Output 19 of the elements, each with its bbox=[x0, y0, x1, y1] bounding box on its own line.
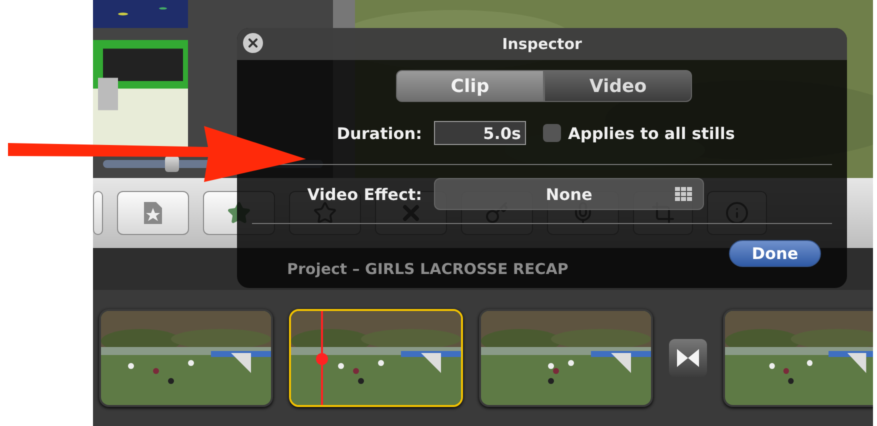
duration-field[interactable]: 5.0s bbox=[434, 121, 526, 145]
video-effect-button[interactable]: None bbox=[434, 178, 704, 210]
close-icon bbox=[246, 36, 260, 50]
done-button[interactable]: Done bbox=[729, 240, 821, 267]
toolbar-button[interactable] bbox=[93, 191, 103, 235]
panel-title: Inspector bbox=[502, 35, 582, 53]
grid-icon bbox=[675, 187, 693, 201]
duration-label: Duration: bbox=[336, 124, 422, 142]
close-button[interactable] bbox=[243, 33, 263, 53]
transition-button[interactable] bbox=[669, 339, 707, 377]
slider-thumb[interactable] bbox=[164, 156, 179, 172]
segment-tab[interactable]: Clip bbox=[396, 70, 544, 102]
project-title: Project – GIRLS LACROSSE RECAP bbox=[287, 260, 568, 278]
segment-tab[interactable]: Video bbox=[544, 70, 692, 102]
video-effect-label: Video Effect: bbox=[306, 184, 422, 204]
transition-icon bbox=[676, 348, 700, 368]
photo-star-button[interactable] bbox=[117, 191, 189, 235]
checkbox-label: Applies to all stills bbox=[568, 124, 735, 142]
checkbox[interactable] bbox=[543, 124, 561, 142]
